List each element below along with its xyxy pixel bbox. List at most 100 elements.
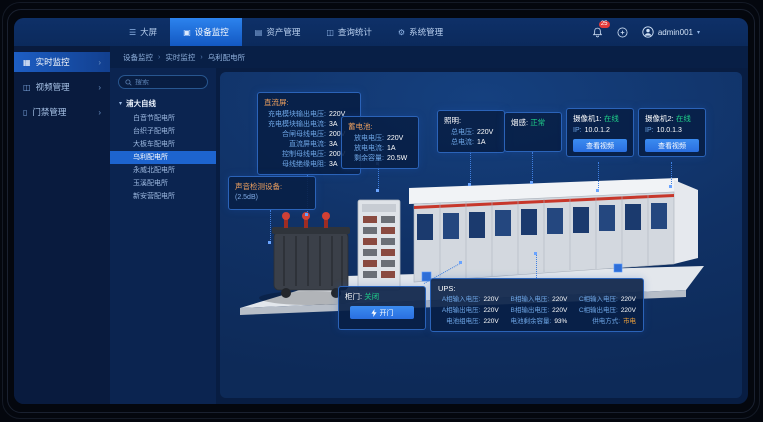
panel-title: 直流屏: [264,97,354,108]
monitor-icon: ▣ [183,28,191,37]
metric-label: 放电电压: [348,134,384,144]
metric-value: 1A [387,144,396,154]
user-menu[interactable]: admin001 ▾ [642,26,700,38]
metric-label: B相输出电压: [507,306,549,315]
search-input[interactable] [135,79,201,86]
metric-value: 220V [483,306,498,315]
sidebar-item-video-management[interactable]: ◫ 视频管理 › [14,77,110,97]
metric-label: 控制母线电压: [264,150,326,160]
panel-title: UPS: [438,284,636,293]
station-tree-panel: ▾ 浦大自线 白音节配电所 台织子配电所 大板车配电所 乌利配电所 永威北配电所… [110,68,216,404]
chevron-down-icon: ▾ [697,29,700,36]
metric-label: 直流屏电流: [264,140,326,150]
username: admin001 [658,28,693,37]
transformer-top [272,227,350,234]
tree-parent-node[interactable]: ▾ 浦大自线 [110,96,216,112]
metric-value: 1A [477,138,486,148]
metric-value: 220V [483,317,498,326]
ups-panel: UPS: A相输入电压:220V B相输入电压:220V C相输入电压:220V… [430,278,644,332]
connector-camera1 [598,162,599,190]
metric-value: 3A [329,140,338,150]
tree-item-selected[interactable]: 乌利配电所 [110,151,216,164]
fullscreen-icon[interactable] [617,26,629,38]
chevron-right-icon: › [98,108,101,117]
metric-value: 220V [387,134,403,144]
tree-parent-label: 浦大自线 [126,98,156,109]
metric-label: 烟感: [511,118,528,127]
camera1-panel: 摄像机1: 在线 IP:10.0.1.2 查看视频 [566,108,634,157]
metric-label: 摄像机2: [645,114,674,123]
ip-value: 10.0.1.2 [585,126,610,136]
open-door-button[interactable]: 开门 [350,306,414,319]
gear-icon: ⚙ [398,28,405,37]
sound-value: (2.5dB) [235,194,309,201]
top-nav-bar: ☰ 大屏 ▣ 设备监控 ▤ 资产管理 ◫ 查询统计 ⚙ 系统管理 [14,18,748,46]
metric-label: 充电模块输出电流: [264,120,326,130]
breadcrumb-separator: › [200,54,202,61]
metric-value: 20.5W [387,154,407,164]
metric-value: 220V [483,295,498,304]
view-video-button[interactable]: 查看视频 [645,139,699,152]
metric-label: A相输入电压: [438,295,480,304]
metric-value: 市电 [623,317,636,326]
nav-tabs: ☰ 大屏 ▣ 设备监控 ▤ 资产管理 ◫ 查询统计 ⚙ 系统管理 [116,18,456,46]
tab-query-statistics[interactable]: ◫ 查询统计 [313,18,385,46]
cabinet-door-panel: 柜门: 关闭 开门 [338,286,426,330]
status-badge: 在线 [604,114,619,123]
camera2-panel: 摄像机2: 在线 IP:10.0.1.3 查看视频 [638,108,706,157]
tree-item[interactable]: 台织子配电所 [110,125,216,138]
app-window: ☰ 大屏 ▣ 设备监控 ▤ 资产管理 ◫ 查询统计 ⚙ 系统管理 [14,18,748,404]
sidebar-item-access-control[interactable]: ▯ 门禁管理 › [14,102,110,122]
connector-dot [468,183,471,186]
tab-system-management[interactable]: ⚙ 系统管理 [385,18,456,46]
connector-dot [534,252,537,255]
menu-icon: ☰ [129,28,136,37]
tree-search-box[interactable] [118,75,208,89]
sidebar-item-realtime-monitoring[interactable]: ▦ 实时监控 › [14,52,110,72]
tree-item[interactable]: 玉溪配电所 [110,177,216,190]
lighting-panel: 照明: 总电压:220V 总电流:1A [437,110,505,153]
transformer-body [274,232,348,290]
panel-title: 照明: [444,115,498,126]
tree-item[interactable]: 新安营配电所 [110,190,216,203]
stats-icon: ◫ [326,28,334,37]
tab-dashboard[interactable]: ☰ 大屏 [116,18,170,46]
metric-label: A相输出电压: [438,306,480,315]
connector-smoke [532,152,533,182]
tree-item[interactable]: 永威北配电所 [110,164,216,177]
metric-value: 3A [329,160,338,170]
status-badge: 关闭 [364,292,379,301]
search-icon [125,79,132,86]
connector-dot [459,261,462,264]
tree-item[interactable]: 大板车配电所 [110,138,216,151]
tab-label: 系统管理 [409,26,443,38]
tab-asset-management[interactable]: ▤ 资产管理 [242,18,314,46]
metric-label: 放电电流: [348,144,384,154]
tab-label: 资产管理 [266,26,300,38]
tab-label: 查询统计 [338,26,372,38]
door-icon: ▯ [23,108,27,117]
metric-value: 220V [621,306,636,315]
breadcrumb-item[interactable]: 实时监控 [165,52,195,63]
breadcrumb-item[interactable]: 设备监控 [123,52,153,63]
metric-label: 总电流: [444,138,474,148]
connector-sound [270,210,271,242]
metric-label: 电池剩余容量: [507,317,552,326]
view-video-button[interactable]: 查看视频 [573,139,627,152]
tree-item[interactable]: 白音节配电所 [110,112,216,125]
metric-label: 合闸母线电压: [264,130,326,140]
panel-title: 蓄电池: [348,121,412,132]
chevron-right-icon: › [98,58,101,67]
caret-down-icon: ▾ [119,100,122,107]
metric-value: 93% [554,317,567,326]
connector-dot [268,241,271,244]
primary-sidebar: ▦ 实时监控 › ◫ 视频管理 › ▯ 门禁管理 › [14,46,110,404]
header-actions: 25 admin001 ▾ [592,18,748,46]
floor-device-2 [614,264,622,272]
avatar [642,26,654,38]
breadcrumb-item[interactable]: 乌利配电所 [208,52,246,63]
notification-bell-icon[interactable]: 25 [592,26,604,38]
tab-device-monitoring[interactable]: ▣ 设备监控 [170,18,242,46]
sidebar-item-label: 实时监控 [36,56,70,68]
metric-value: 220V [552,295,567,304]
